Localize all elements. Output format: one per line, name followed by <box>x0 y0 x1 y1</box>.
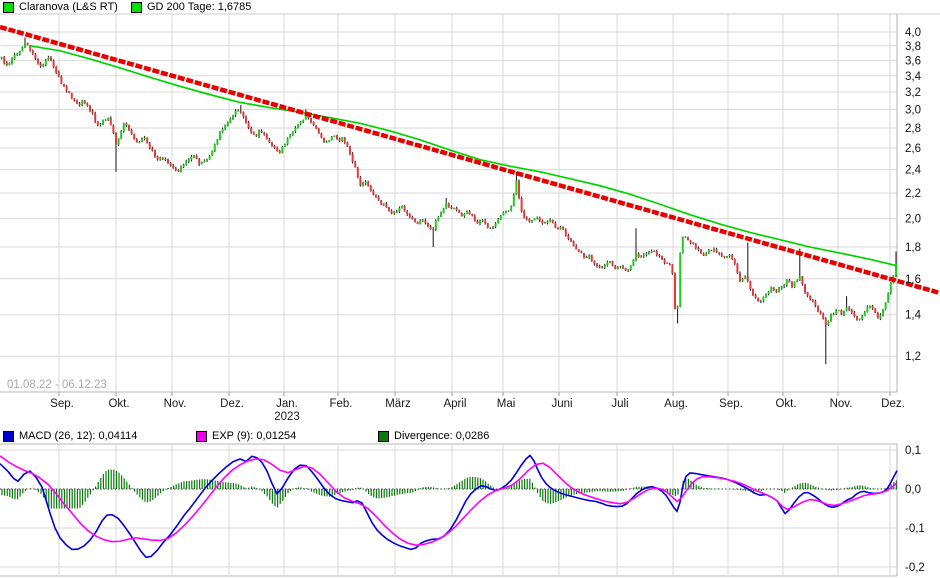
svg-text:2,0: 2,0 <box>905 214 921 226</box>
chart-svg: 4,0 3,8 3,6 3,4 3,2 3,0 2,8 2,6 2,4 2,2 2,0 1,8 1,6 1… <box>0 13 940 577</box>
svg-text:Sep.: Sep. <box>719 398 743 410</box>
svg-text:-0,1: -0,1 <box>905 523 925 535</box>
svg-text:0,0: 0,0 <box>905 484 921 496</box>
svg-text:0,1: 0,1 <box>905 445 921 457</box>
svg-text:Aug.: Aug. <box>664 398 688 410</box>
svg-text:Dez.: Dez. <box>881 398 905 410</box>
svg-text:2023: 2023 <box>274 411 300 423</box>
svg-text:Juni: Juni <box>551 398 572 410</box>
svg-text:3,0: 3,0 <box>905 104 921 116</box>
svg-text:April: April <box>443 398 466 410</box>
svg-text:-0,2: -0,2 <box>905 562 925 574</box>
svg-text:Jan.: Jan. <box>276 398 298 410</box>
svg-text:3,8: 3,8 <box>905 41 921 53</box>
svg-text:3,4: 3,4 <box>905 71 922 83</box>
svg-text:4,0: 4,0 <box>905 27 921 39</box>
svg-text:3,2: 3,2 <box>905 87 921 99</box>
svg-text:Nov.: Nov. <box>164 398 187 410</box>
svg-text:Okt.: Okt. <box>108 398 129 410</box>
svg-text:2,2: 2,2 <box>905 188 921 200</box>
svg-text:2,4: 2,4 <box>905 165 922 177</box>
svg-text:2,8: 2,8 <box>905 123 921 135</box>
svg-text:Feb.: Feb. <box>329 398 352 410</box>
svg-text:Nov.: Nov. <box>830 398 853 410</box>
svg-text:Mai: Mai <box>497 398 516 410</box>
svg-text:3,6: 3,6 <box>905 55 921 67</box>
svg-text:1,8: 1,8 <box>905 242 921 254</box>
svg-text:Juli: Juli <box>611 398 628 410</box>
svg-text:1,2: 1,2 <box>905 351 921 363</box>
svg-text:2,6: 2,6 <box>905 143 921 155</box>
svg-text:1,6: 1,6 <box>905 274 921 286</box>
svg-text:1,4: 1,4 <box>905 310 922 322</box>
stock-chart-page: Claranova (L&S RT) GD 200 Tage: 1,6785 M… <box>0 0 940 578</box>
svg-text:01.08.22 - 06.12.23: 01.08.22 - 06.12.23 <box>7 379 107 391</box>
svg-text:Dez.: Dez. <box>220 398 244 410</box>
svg-text:März: März <box>385 398 411 410</box>
svg-text:Sep.: Sep. <box>50 398 74 410</box>
svg-text:Okt.: Okt. <box>775 398 796 410</box>
